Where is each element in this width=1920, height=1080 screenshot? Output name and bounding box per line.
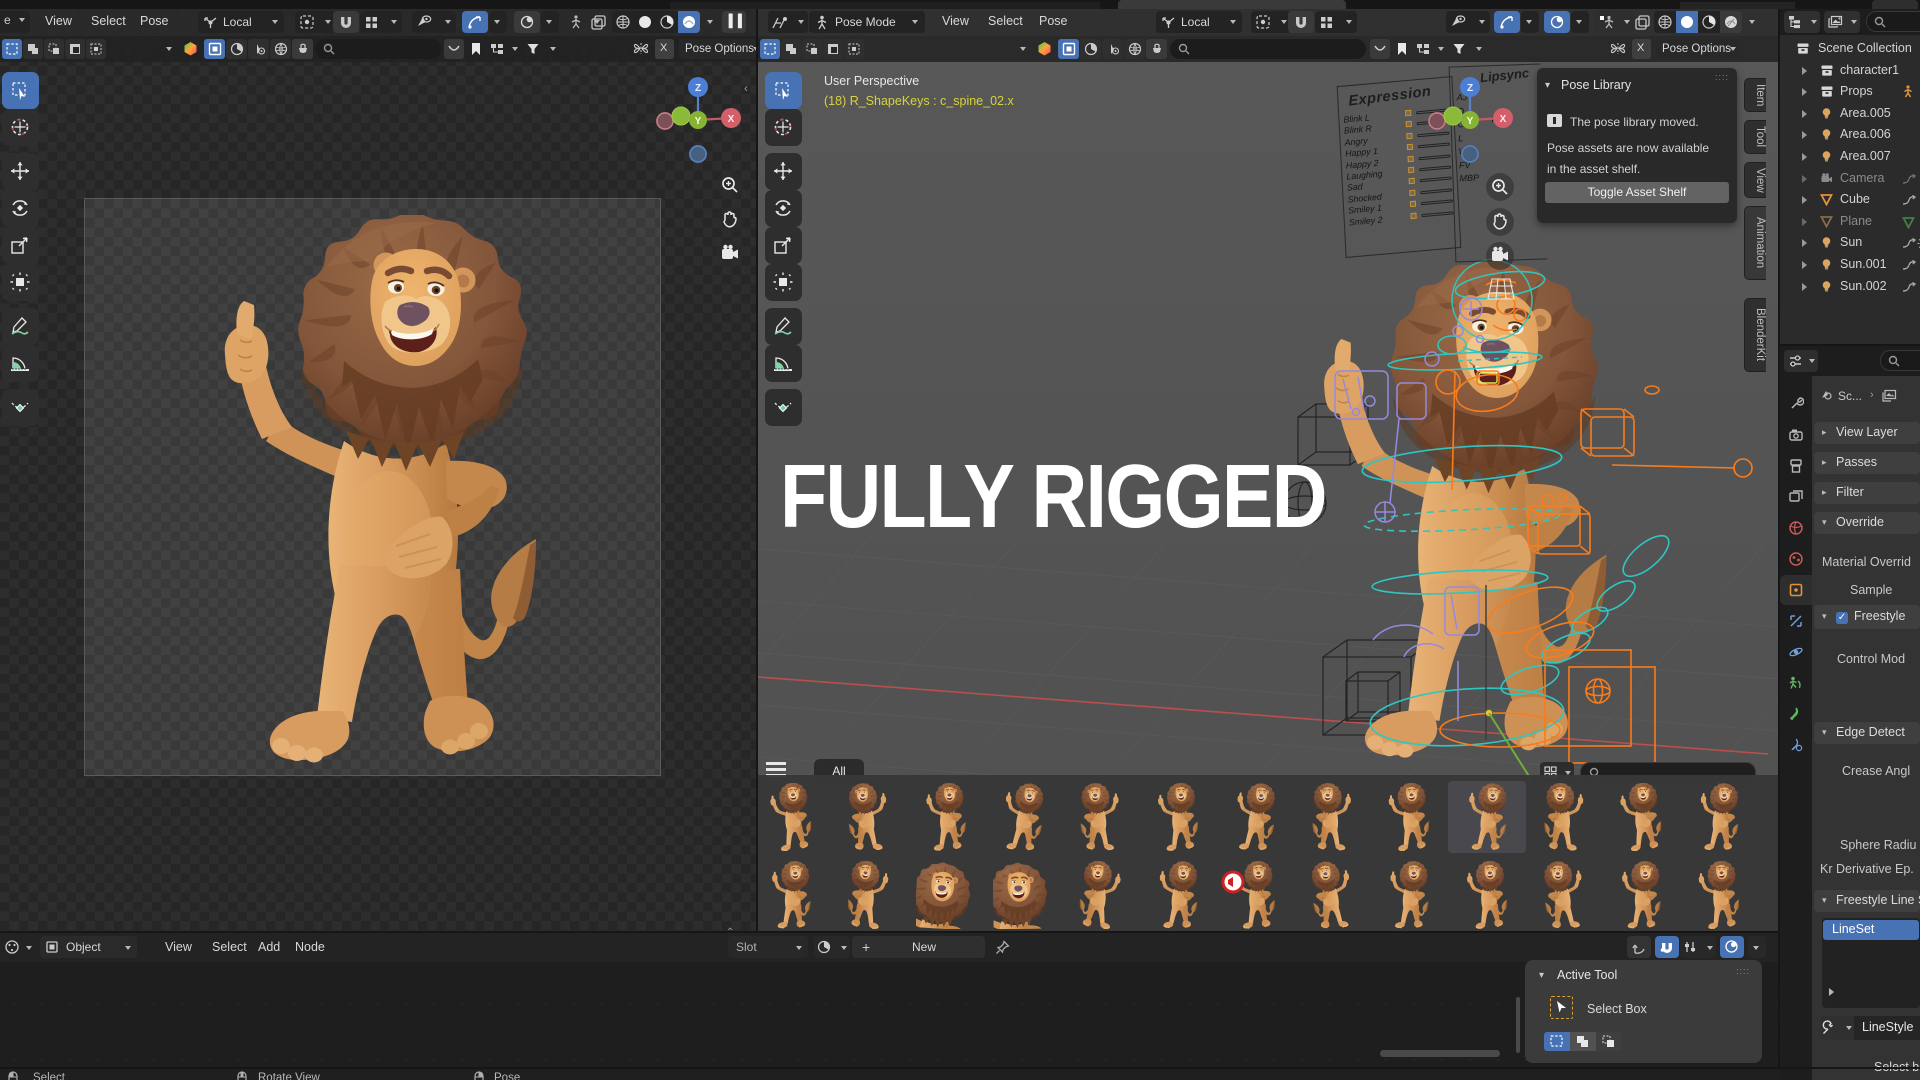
svg-text:Y: Y bbox=[695, 116, 702, 127]
svg-text:X: X bbox=[728, 114, 735, 125]
svg-text:Y: Y bbox=[1467, 116, 1474, 127]
svg-text:Z: Z bbox=[695, 83, 701, 94]
svg-text:Z: Z bbox=[1467, 83, 1473, 94]
svg-text:X: X bbox=[1500, 114, 1507, 125]
